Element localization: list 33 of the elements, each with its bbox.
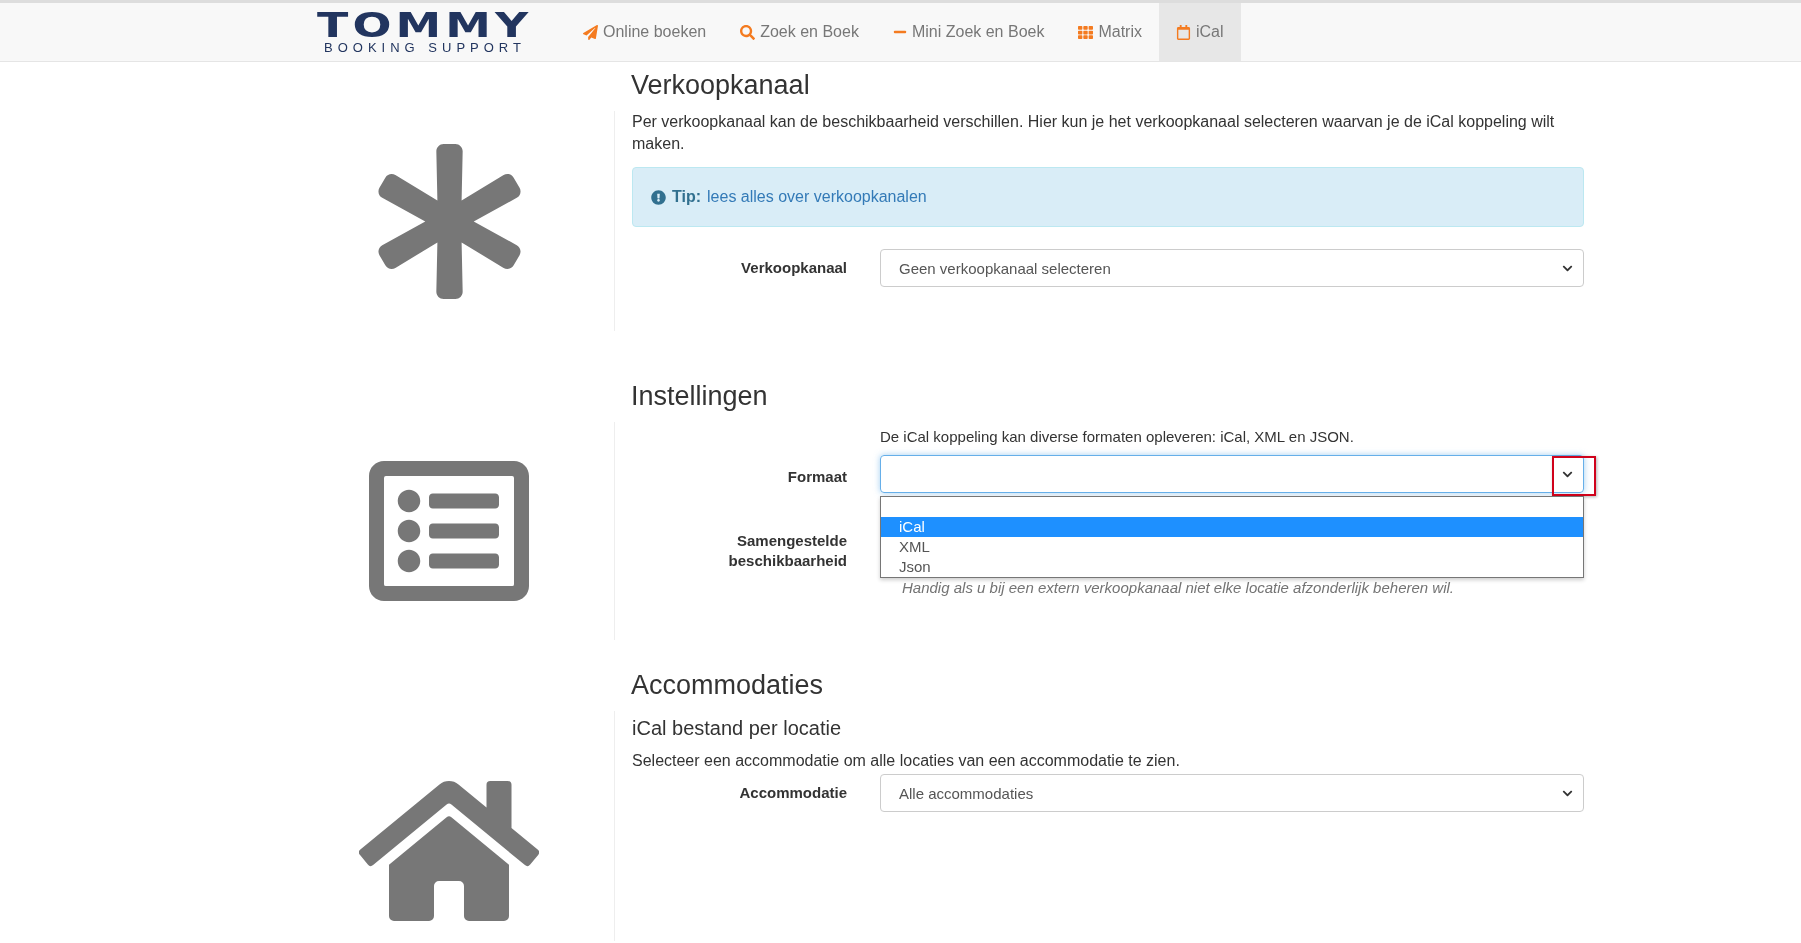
tip-link[interactable]: lees alles over verkoopkanalen [707,188,927,206]
section-subtitle: iCal bestand per locatie [632,717,842,740]
nav-tab[interactable]: iCal [1159,3,1241,61]
section-title: Accommodaties [631,670,825,701]
paper-plane-icon [583,24,598,40]
dropdown-option[interactable]: XML [881,537,1583,557]
select-field[interactable]: Alle accommodaties [880,774,1584,812]
select-value: Geen verkoopkanaal selecteren [899,259,1111,277]
field-label: Samengestelde beschikbaarheid [727,531,847,571]
search-icon [740,24,756,40]
help-text: Handig als u bij een extern verkoopkanaal niet elke locatie afzonderlijk beheren wil. [902,579,1454,596]
calendar-icon [1176,24,1191,40]
select-field[interactable] [880,455,1584,493]
logo[interactable]: TOMMY BOOKING SUPPORT [300,3,550,61]
section-title: Verkoopkanaal [631,70,811,101]
nav-tab[interactable]: Online boeken [566,3,724,61]
intro-text: Selecteer een accommodatie om alle locaties van een accommodatie te zien. [632,751,1181,771]
dropdown-option[interactable]: iCal [881,517,1583,537]
field-label: Accommodatie [738,783,847,803]
info-icon [651,189,666,205]
grid-icon [1078,24,1094,40]
nav-tab[interactable]: Zoek en Boek [723,3,876,61]
field-label: Formaat [786,467,847,487]
select-value: Alle accommodaties [899,784,1034,802]
nav-tab[interactable]: Matrix [1061,3,1159,61]
field-label: Verkoopkanaal [740,258,847,278]
select-field[interactable]: Geen verkoopkanaal selecteren [880,249,1584,287]
nav-tab[interactable]: Mini Zoek en Boek [875,3,1062,61]
format-description: De iCal koppeling kan diverse formaten opleveren: iCal, XML en JSON. [880,428,1355,445]
dropdown-option[interactable]: Json [881,557,1583,577]
section-title: Instellingen [631,381,769,412]
intro-text: Per verkoopkanaal kan de beschikbaarheid verschillen. Hier kun je het verkoopkanaal selecteren waarvan je de iCal koppeling wilt maken. [632,112,1556,154]
tip-label: Tip: [672,188,702,206]
